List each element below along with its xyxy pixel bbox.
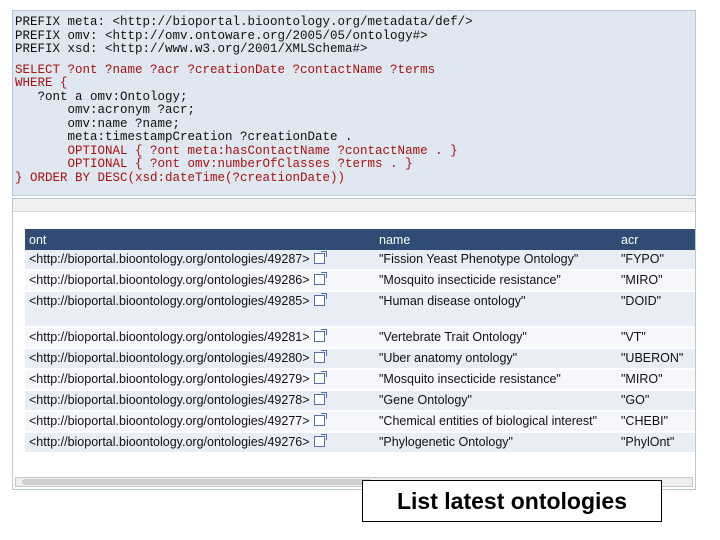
cell-acr: "DOID" [617, 291, 695, 328]
ontology-link[interactable]: <http://bioportal.bioontology.org/ontolo… [29, 294, 310, 308]
table-row: <http://bioportal.bioontology.org/ontolo… [25, 411, 695, 433]
panel-top-strip [13, 199, 695, 212]
cell-ont: <http://bioportal.bioontology.org/ontolo… [25, 291, 375, 328]
query-line: omv:name ?name; [15, 116, 181, 131]
cell-ont: <http://bioportal.bioontology.org/ontolo… [25, 369, 375, 391]
query-line: ?ont a omv:Ontology; [15, 89, 188, 104]
query-line: PREFIX meta: <http://bioportal.bioontolo… [15, 15, 473, 29]
table-row: <http://bioportal.bioontology.org/ontolo… [25, 348, 695, 370]
cell-ont: <http://bioportal.bioontology.org/ontolo… [25, 270, 375, 292]
column-header-ont[interactable]: ont [25, 229, 375, 250]
column-header-name[interactable]: name [375, 229, 617, 250]
ontology-link[interactable]: <http://bioportal.bioontology.org/ontolo… [29, 330, 310, 344]
cell-acr: "UBERON" [617, 348, 695, 370]
cell-ont: <http://bioportal.bioontology.org/ontolo… [25, 432, 375, 454]
external-link-icon[interactable] [313, 392, 327, 405]
query-line: SELECT ?ont ?name ?acr ?creationDate ?co… [15, 62, 436, 77]
cell-acr: "CHEBI" [617, 411, 695, 433]
cell-acr: "FYPO" [617, 250, 695, 271]
table-header-row: ont name acr [25, 229, 695, 250]
cell-name: "Phylogenetic Ontology" [375, 432, 617, 454]
external-link-icon[interactable] [313, 350, 327, 363]
cell-acr: "MIRO" [617, 270, 695, 292]
slide-caption: List latest ontologies [362, 480, 662, 522]
scrollbar-thumb[interactable] [22, 479, 372, 485]
cell-name: "Human disease ontology" [375, 291, 617, 328]
external-link-icon[interactable] [313, 434, 327, 447]
cell-name: "Chemical entities of biological interes… [375, 411, 617, 433]
cell-ont: <http://bioportal.bioontology.org/ontolo… [25, 250, 375, 271]
table-row: <http://bioportal.bioontology.org/ontolo… [25, 270, 695, 292]
query-line: } ORDER BY DESC(xsd:dateTime(?creationDa… [15, 170, 346, 185]
cell-ont: <http://bioportal.bioontology.org/ontolo… [25, 348, 375, 370]
table-row: <http://bioportal.bioontology.org/ontolo… [25, 250, 695, 271]
cell-ont: <http://bioportal.bioontology.org/ontolo… [25, 411, 375, 433]
results-panel: ont name acr <http://bioportal.bioontolo… [12, 198, 696, 490]
query-line: meta:timestampCreation ?creationDate . [15, 130, 353, 144]
query-line: PREFIX omv: <http://omv.ontoware.org/200… [15, 28, 428, 43]
cell-name: "Mosquito insecticide resistance" [375, 270, 617, 292]
query-line: OPTIONAL { ?ont omv:numberOfClasses ?ter… [15, 157, 413, 171]
external-link-icon[interactable] [313, 329, 327, 342]
external-link-icon[interactable] [313, 272, 327, 285]
table-row: <http://bioportal.bioontology.org/ontolo… [25, 369, 695, 391]
ontology-link[interactable]: <http://bioportal.bioontology.org/ontolo… [29, 435, 310, 449]
table-row: <http://bioportal.bioontology.org/ontolo… [25, 432, 695, 454]
column-header-acr[interactable]: acr [617, 229, 695, 250]
cell-acr: "GO" [617, 390, 695, 412]
ontology-link[interactable]: <http://bioportal.bioontology.org/ontolo… [29, 393, 310, 407]
external-link-icon[interactable] [313, 413, 327, 426]
ontology-link[interactable]: <http://bioportal.bioontology.org/ontolo… [29, 414, 310, 428]
cell-acr: "VT" [617, 327, 695, 349]
cell-acr: "MIRO" [617, 369, 695, 391]
external-link-icon[interactable] [313, 251, 327, 264]
cell-name: "Mosquito insecticide resistance" [375, 369, 617, 391]
ontology-link[interactable]: <http://bioportal.bioontology.org/ontolo… [29, 351, 310, 365]
cell-name: "Gene Ontology" [375, 390, 617, 412]
cell-ont: <http://bioportal.bioontology.org/ontolo… [25, 390, 375, 412]
ontology-link[interactable]: <http://bioportal.bioontology.org/ontolo… [29, 252, 310, 266]
ontology-link[interactable]: <http://bioportal.bioontology.org/ontolo… [29, 372, 310, 386]
cell-name: "Uber anatomy ontology" [375, 348, 617, 370]
cell-name: "Fission Yeast Phenotype Ontology" [375, 250, 617, 271]
table-row: <http://bioportal.bioontology.org/ontolo… [25, 327, 695, 349]
table-row: <http://bioportal.bioontology.org/ontolo… [25, 291, 695, 328]
external-link-icon[interactable] [313, 293, 327, 306]
cell-ont: <http://bioportal.bioontology.org/ontolo… [25, 327, 375, 349]
query-line: omv:acronym ?acr; [15, 103, 196, 117]
external-link-icon[interactable] [313, 371, 327, 384]
cell-name: "Vertebrate Trait Ontology" [375, 327, 617, 349]
ontology-link[interactable]: <http://bioportal.bioontology.org/ontolo… [29, 273, 310, 287]
query-line: WHERE { [15, 76, 68, 90]
query-line: PREFIX xsd: <http://www.w3.org/2001/XMLS… [15, 42, 368, 56]
results-table: ont name acr <http://bioportal.bioontolo… [25, 229, 695, 454]
cell-acr: "PhylOnt" [617, 432, 695, 454]
sparql-query-editor[interactable]: PREFIX meta: <http://bioportal.bioontolo… [12, 10, 696, 196]
table-row: <http://bioportal.bioontology.org/ontolo… [25, 390, 695, 412]
query-line: OPTIONAL { ?ont meta:hasContactName ?con… [15, 143, 458, 158]
